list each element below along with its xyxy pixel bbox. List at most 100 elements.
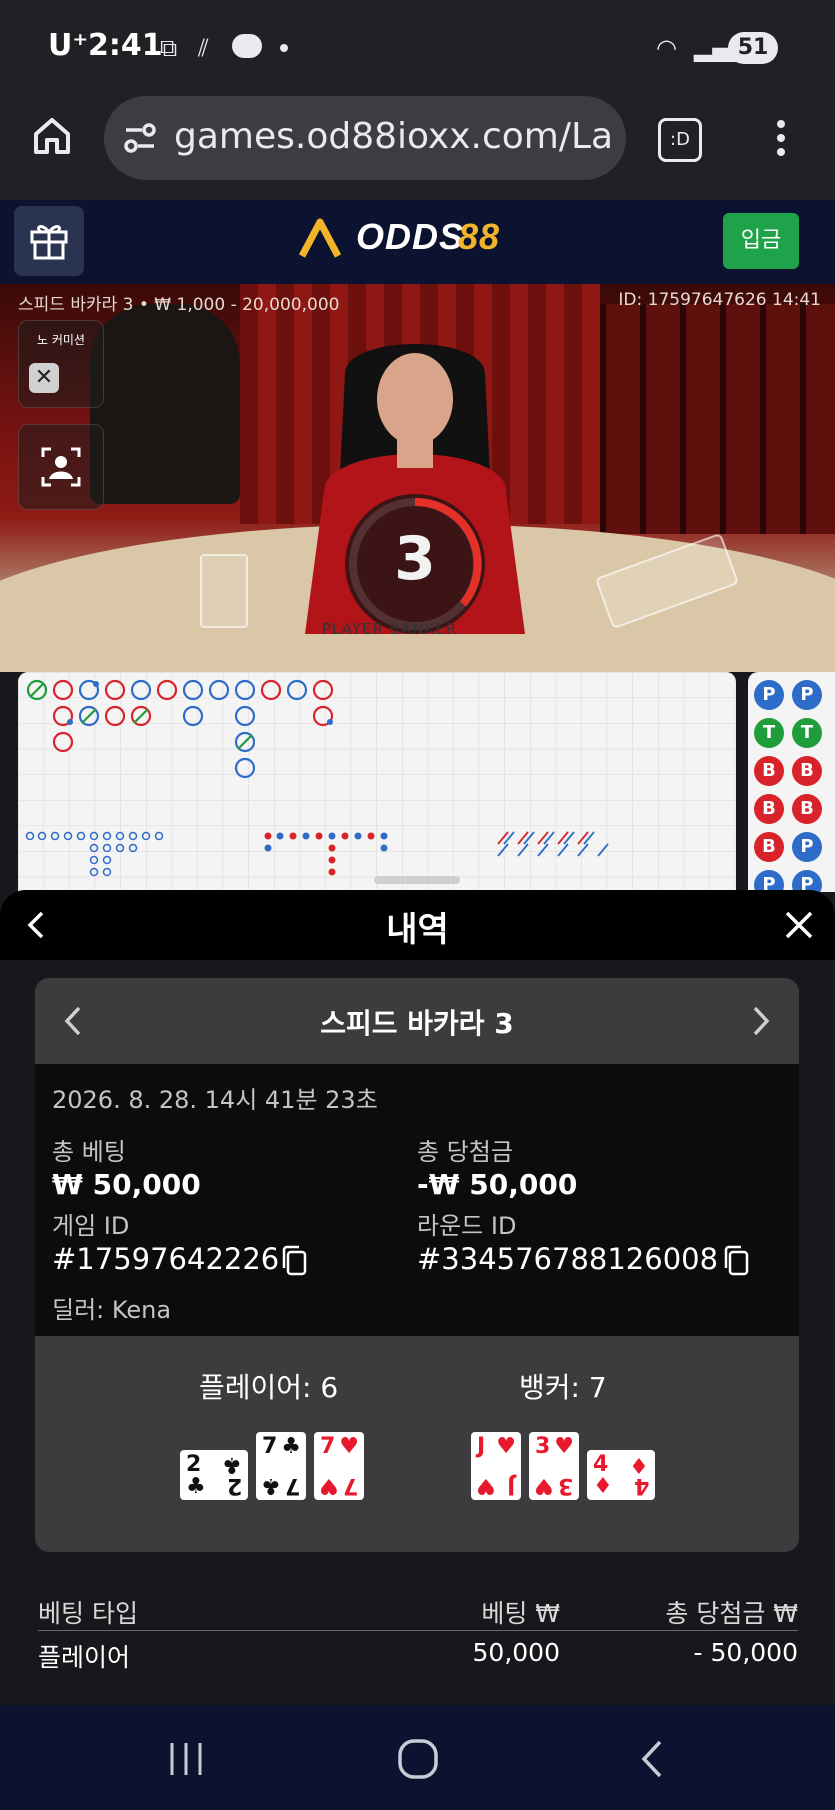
playing-card: 7 ♣ 7 ♣ (256, 1432, 306, 1500)
card-rank-inverted: 3 (557, 1473, 573, 1498)
round-navigator: 스피드 바카라 3 (35, 978, 799, 1064)
url-text[interactable]: games.od88ioxx.com/Launc (174, 116, 614, 157)
notification-dot-icon (280, 44, 288, 52)
sheet-title: 내역 (386, 910, 449, 950)
browser-toolbar: games.od88ioxx.com/Launc :D (0, 92, 835, 200)
card-suit-inverted: ♥ (319, 1473, 339, 1498)
close-icon[interactable] (784, 910, 814, 940)
card-suit: ♦ (593, 1474, 613, 1499)
sheet-header: 내역 (0, 876, 835, 960)
card-suit-inverted: ♦ (629, 1452, 649, 1477)
game-id-value[interactable]: #17597642226 (52, 1242, 279, 1276)
sheet-drag-handle[interactable] (374, 876, 460, 884)
card-suit-inverted: ♣ (222, 1452, 242, 1477)
bead-road-cell: B (754, 756, 784, 786)
banker-score: 뱅커: 7 (519, 1371, 607, 1404)
header-bet-amount: 베팅 ₩ (481, 1599, 560, 1628)
bead-road[interactable]: PPTTBBBBBPPP (748, 672, 835, 892)
back-nav-icon[interactable] (636, 1739, 668, 1779)
deposit-button[interactable]: 입금 (723, 213, 799, 269)
home-icon[interactable] (30, 114, 74, 158)
card-rank: J (477, 1434, 486, 1459)
bead-road-cell: B (754, 832, 784, 862)
roadmap-board (18, 672, 736, 892)
card-suit: ♥ (496, 1434, 516, 1459)
bead-road-cell: B (754, 794, 784, 824)
clock: 2:41 (88, 28, 163, 63)
person-focus-icon (41, 447, 81, 487)
playing-card: 2 ♣ 2 ♣ (180, 1450, 248, 1500)
playing-card: 4 ♦ 4 ♦ (587, 1450, 655, 1500)
card-rank-inverted: J (506, 1473, 515, 1498)
close-icon[interactable]: ✕ (29, 363, 59, 393)
live-video: 스피드 바카라 3 • ₩ 1,000 - 20,000,000 ID: 175… (0, 284, 835, 672)
total-win-value: -₩ 50,000 (417, 1168, 578, 1201)
round-detail-card: 스피드 바카라 3 2026. 8. 28. 14시 41분 23초 총 베팅 … (35, 978, 799, 1552)
more-menu-icon[interactable] (766, 116, 796, 160)
bead-road-cell: T (754, 718, 784, 748)
game-id-label: 게임 ID (52, 1212, 130, 1240)
round-info: 2026. 8. 28. 14시 41분 23초 총 베팅 ₩ 50,000 총… (35, 1064, 799, 1336)
roadmap-grid[interactable] (18, 672, 736, 892)
card-suit-inverted: ♥ (476, 1473, 496, 1498)
playing-card: J ♥ J ♥ (471, 1432, 521, 1500)
copy-round-id-icon[interactable] (721, 1244, 751, 1278)
wall-panel (600, 304, 835, 534)
playing-card: 3 ♥ 3 ♥ (529, 1432, 579, 1500)
no-commission-toggle[interactable]: 노 커미션 ✕ (18, 320, 104, 408)
shuffler-figure (90, 304, 240, 504)
row-total-win: - 50,000 (693, 1638, 798, 1667)
recent-apps-icon[interactable] (166, 1741, 206, 1777)
card-rank-inverted: 7 (284, 1473, 300, 1498)
card-rank: 7 (262, 1434, 278, 1459)
total-bet-value: ₩ 50,000 (52, 1168, 201, 1201)
round-datetime: 2026. 8. 28. 14시 41분 23초 (52, 1086, 378, 1114)
logo-mark-icon (298, 218, 342, 258)
wifi-icon: ◠ (656, 34, 677, 62)
history-sheet: 내역 스피드 바카라 3 2026. 8. 28. 14시 41분 23초 총 … (0, 876, 835, 1705)
next-round-icon[interactable] (745, 1004, 775, 1038)
game-id-time: ID: 17597647626 14:41 (618, 290, 821, 310)
countdown-timer: 3 (345, 494, 485, 634)
screenshot-icon: ⧉ (160, 34, 178, 62)
table-limits: 스피드 바카라 3 • ₩ 1,000 - 20,000,000 (18, 295, 340, 315)
countdown-number: 3 (394, 524, 436, 594)
gift-icon (30, 225, 68, 260)
bead-road-cell: P (792, 832, 822, 862)
player-score: 플레이어: 6 (199, 1371, 339, 1404)
logo-number: 88 (458, 216, 501, 257)
round-id-label: 라운드 ID (417, 1212, 517, 1240)
bead-road-cell: T (792, 718, 822, 748)
camera-view-button[interactable] (18, 424, 104, 510)
card-holder (200, 554, 248, 628)
copy-game-id-icon[interactable] (279, 1244, 309, 1278)
card-suit-inverted: ♥ (534, 1473, 554, 1498)
card-rank: 7 (320, 1434, 336, 1459)
mute-icon: ⫽ (198, 34, 209, 62)
card-suit: ♣ (281, 1434, 301, 1459)
site-header: ODDS 88 입금 (0, 200, 835, 284)
gift-button[interactable] (14, 206, 84, 276)
game-name: 스피드 바카라 3 (320, 1007, 514, 1040)
round-id-value[interactable]: #334576788126008 (417, 1242, 718, 1276)
header-total-win: 총 당첨금 ₩ (665, 1599, 798, 1628)
card-rank-inverted: 7 (342, 1473, 358, 1498)
carrier-label: U⁺ (48, 28, 89, 63)
bead-road-cell: P (792, 680, 822, 710)
site-settings-icon[interactable] (122, 120, 158, 156)
bead-road-cell: P (754, 870, 784, 892)
bead-road-cell: P (792, 870, 822, 892)
status-bar: U⁺ 2:41 ⧉ ⫽ ◠ ▂▄▆ 51 (0, 0, 835, 92)
tab-switcher-icon[interactable]: :D (658, 118, 702, 162)
bet-table-header: 베팅 타입 베팅 ₩ 총 당첨금 ₩ (38, 1590, 798, 1631)
address-bar[interactable]: games.od88ioxx.com/Launc (104, 96, 626, 180)
logo-text: ODDS (356, 216, 465, 257)
total-win-label: 총 당첨금 (417, 1138, 513, 1166)
bead-road-cell: B (792, 756, 822, 786)
card-suit: ♣ (186, 1474, 206, 1499)
card-suit: ♥ (554, 1434, 574, 1459)
row-bet-amount: 50,000 (472, 1638, 560, 1667)
home-nav-icon[interactable] (396, 1737, 440, 1781)
hands-result: 플레이어: 6 뱅커: 7 2 ♣ 2 ♣ 7 ♣ 7 ♣ 7 ♥ 7 ♥ J ♥ J ♥ 3 ♥ 3 ♥ 4 ♦ 4 ♦ (35, 1336, 799, 1552)
card-rank: 3 (535, 1434, 551, 1459)
